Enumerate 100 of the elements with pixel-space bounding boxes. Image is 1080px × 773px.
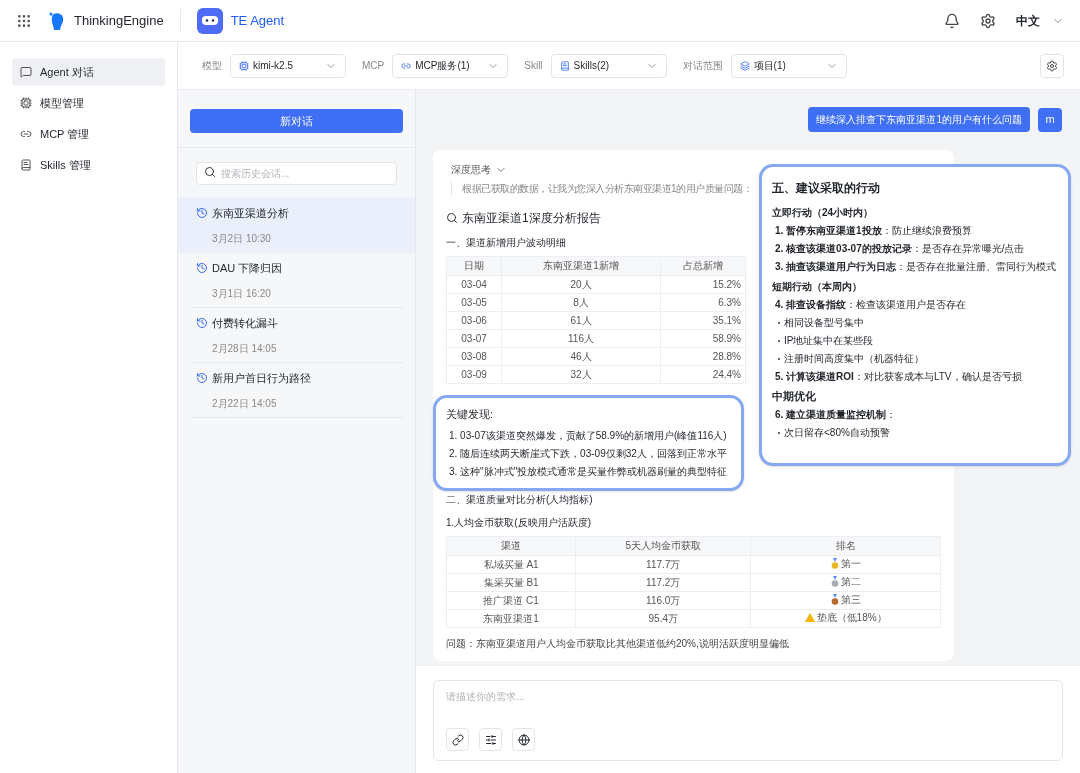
history-icon bbox=[196, 261, 208, 274]
action-subitem: 相同设备型号集中 bbox=[784, 316, 864, 330]
table-cell: 28.8% bbox=[660, 347, 746, 365]
settings-button[interactable] bbox=[1040, 53, 1064, 78]
subsection-heading: 1.人均金币获取(反映用户活跃度) bbox=[446, 515, 591, 530]
table-cell: 58.9% bbox=[660, 329, 746, 347]
table-cell: 东南亚渠道1 bbox=[446, 609, 576, 627]
table-cell: 03-04 bbox=[446, 275, 502, 293]
apps-icon[interactable] bbox=[16, 12, 32, 29]
action-subitem: IP地址集中在某些段 bbox=[784, 334, 874, 348]
table-cell: 03-08 bbox=[446, 347, 502, 365]
thinking-label[interactable]: 深度思考 bbox=[451, 162, 491, 177]
table-cell: 集采买量 B1 bbox=[446, 573, 576, 591]
table-cell: 95.4万 bbox=[575, 609, 751, 627]
book-icon bbox=[20, 159, 32, 171]
layers-icon bbox=[739, 60, 750, 71]
app-name: ThinkingEngine bbox=[74, 11, 164, 30]
column-header: 5天人均金币获取 bbox=[575, 536, 751, 555]
table-cell: 15.2% bbox=[660, 275, 746, 293]
column-header: 排名 bbox=[750, 536, 941, 555]
table-cell: 61人 bbox=[501, 311, 661, 329]
finding-text: 1. 03-07该渠道突然爆发，贡献了58.9%的新增用户(峰值116人) bbox=[448, 428, 728, 443]
table-cell: 6.3% bbox=[660, 293, 746, 311]
dropdown-select[interactable]: Skills(2) bbox=[550, 53, 667, 78]
section-heading: 一、渠道新增用户波动明细 bbox=[446, 236, 566, 250]
agent-logo-icon bbox=[196, 7, 223, 34]
note-text: 问题：东南亚渠道用户人均金币获取比其他渠道低约20%,说明活跃度明显偏低 bbox=[446, 636, 790, 651]
link-icon bbox=[20, 128, 32, 140]
language-select[interactable]: 中文 bbox=[1016, 11, 1064, 30]
finding-text: 2. 随后连续两天断崖式下跌，03-09仅剩32人，回落到正常水平 bbox=[448, 446, 728, 461]
dropdown-select[interactable]: 项目(1) bbox=[730, 53, 847, 78]
history-item[interactable]: 付费转化漏斗 2月28日 14:05 bbox=[190, 308, 403, 364]
history-title: 付费转化漏斗 bbox=[212, 315, 278, 331]
table-cell: 32人 bbox=[501, 365, 661, 383]
sidebar-item[interactable]: Skills 管理 bbox=[12, 151, 165, 179]
chip-icon bbox=[239, 60, 249, 71]
history-time: 3月2日 10:30 bbox=[211, 232, 272, 246]
search-field[interactable]: 搜索历史会话... bbox=[196, 162, 397, 186]
column-header: 渠道 bbox=[446, 536, 576, 555]
finding-text: 3. 这种"脉冲式"投放模式通常是买量作弊或机器刷量的典型特征 bbox=[448, 464, 729, 479]
web-search-button[interactable] bbox=[512, 728, 535, 751]
table-cell: 8人 bbox=[501, 293, 661, 311]
warning-icon bbox=[804, 613, 815, 622]
column-header: 东南亚渠道1新增 bbox=[501, 256, 661, 275]
action-item: 5. 计算该渠道ROI：对比获客成本与LTV，确认是否亏损 bbox=[774, 370, 1022, 384]
history-time: 2月22日 14:05 bbox=[211, 397, 278, 411]
table-cell: 03-09 bbox=[446, 365, 502, 383]
rank-text: 第三 bbox=[840, 592, 861, 607]
table-cell: 03-05 bbox=[446, 293, 502, 311]
rank-text: 第二 bbox=[840, 574, 861, 589]
selector-label: MCP bbox=[362, 59, 385, 73]
attach-button[interactable] bbox=[446, 728, 469, 751]
dropdown-select[interactable]: kimi-k2.5 bbox=[230, 53, 346, 78]
globe-icon bbox=[517, 733, 530, 746]
new-chat-button[interactable]: 新对话 bbox=[190, 109, 403, 134]
search-icon bbox=[204, 166, 216, 179]
selector-label: Skill bbox=[524, 59, 543, 73]
sidebar-item[interactable]: Agent 对话 bbox=[12, 58, 165, 86]
table-cell: 推广渠道 C1 bbox=[446, 591, 576, 609]
column-header: 日期 bbox=[446, 256, 502, 275]
action-item: 2. 核查该渠道03-07的投放记录：是否存在异常曝光/点击 bbox=[774, 242, 1025, 256]
history-item[interactable]: 新用户首日行为路径 2月22日 14:05 bbox=[190, 363, 403, 419]
selector-label: 对话范围 bbox=[682, 59, 723, 73]
dropdown-select[interactable]: MCP服务(1) bbox=[392, 53, 509, 78]
options-button[interactable] bbox=[479, 728, 502, 751]
medal-icon bbox=[830, 575, 839, 587]
history-title: 新用户首日行为路径 bbox=[212, 370, 311, 386]
table-cell: 24.4% bbox=[660, 365, 746, 383]
book-icon bbox=[559, 60, 570, 71]
table-cell: 私域买量 A1 bbox=[446, 555, 576, 573]
selector-label: 模型 bbox=[202, 59, 222, 73]
sidebar-item[interactable]: MCP 管理 bbox=[12, 120, 165, 148]
action-item: 4. 排查设备指纹：检查该渠道用户是否存在 bbox=[774, 298, 967, 312]
link-icon bbox=[401, 60, 412, 71]
column-header: 占总新增 bbox=[660, 256, 746, 275]
findings-title: 关键发现: bbox=[446, 407, 495, 422]
sliders-icon bbox=[484, 733, 497, 746]
settings-icon[interactable] bbox=[980, 12, 996, 29]
action-item: 1. 暂停东南亚渠道1投放：防止继续浪费预算 bbox=[774, 224, 972, 238]
history-icon bbox=[196, 371, 208, 384]
medal-icon bbox=[830, 593, 839, 605]
magnifier-icon bbox=[446, 212, 458, 224]
settings-icon bbox=[1046, 59, 1058, 72]
history-icon bbox=[196, 316, 208, 329]
action-subitem: 次日留存<80%自动预警 bbox=[784, 426, 890, 440]
actions-subheading: 立即行动（24小时内） bbox=[772, 206, 875, 220]
action-item: 3. 抽查该渠道用户行为日志：是否存在批量注册、雷同行为模式 bbox=[774, 260, 1057, 274]
product-name: TE Agent bbox=[230, 11, 285, 30]
composer-field[interactable]: 请描述你的需求... bbox=[433, 680, 1063, 761]
sidebar-item[interactable]: 模型管理 bbox=[12, 89, 165, 117]
history-item[interactable]: DAU 下降归因 3月1日 16:20 bbox=[190, 253, 403, 309]
table-cell: 20人 bbox=[501, 275, 661, 293]
rank-text: 垫底（低18%） bbox=[816, 611, 887, 625]
notification-icon[interactable] bbox=[944, 12, 960, 29]
actions-heading: 中期优化 bbox=[772, 389, 817, 404]
table-cell: 03-06 bbox=[446, 311, 502, 329]
user-avatar: m bbox=[1038, 107, 1062, 132]
table-cell: 117.2万 bbox=[575, 573, 751, 591]
history-item[interactable]: 东南亚渠道分析 3月2日 10:30 bbox=[178, 197, 415, 254]
report-title: 东南亚渠道1深度分析报告 bbox=[462, 210, 601, 227]
